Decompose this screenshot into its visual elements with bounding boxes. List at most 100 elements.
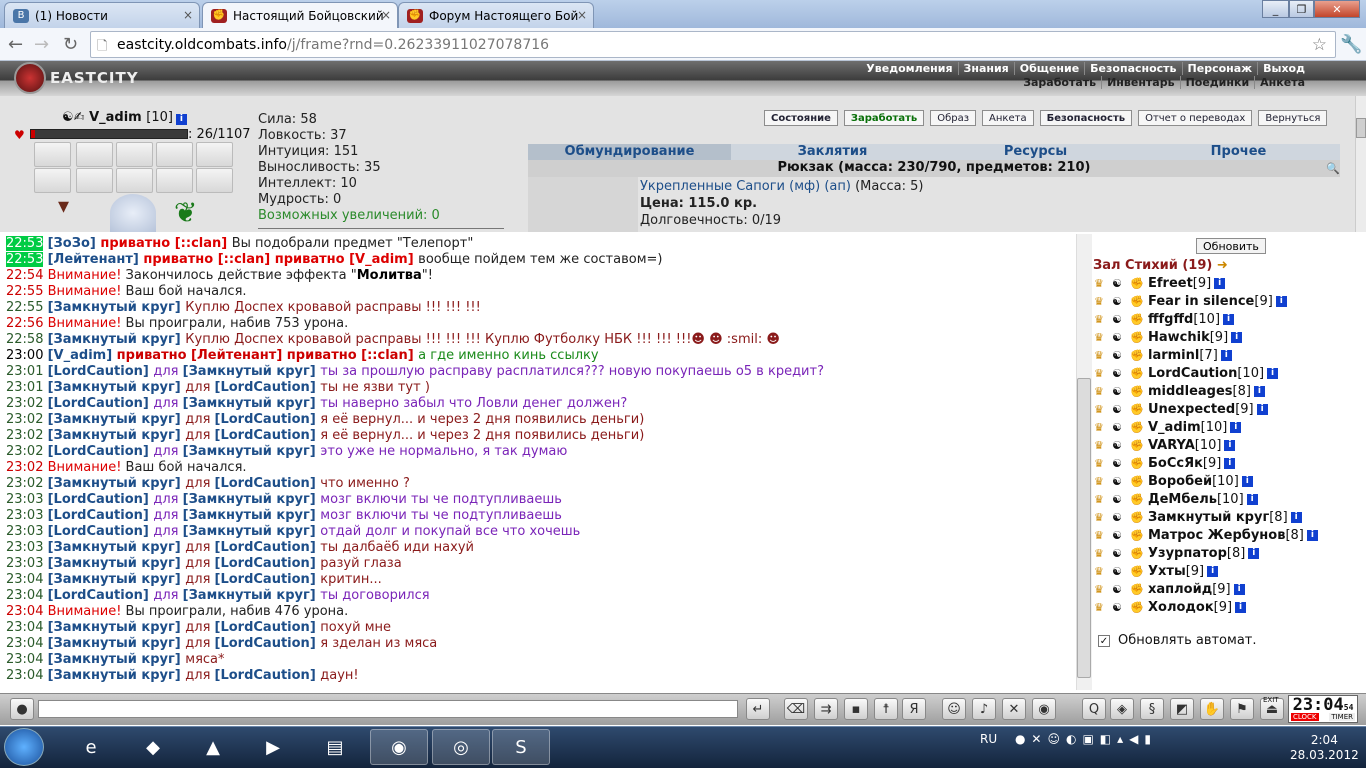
tray-icons[interactable]: ●✕☺◐▣◧▴◀▮: [1015, 732, 1157, 746]
ie-icon[interactable]: e: [62, 729, 120, 765]
hand-icon[interactable]: ✋: [1200, 698, 1224, 720]
player-name[interactable]: Воробей: [1148, 474, 1212, 489]
equipment-slot[interactable]: [34, 168, 71, 193]
player-entry[interactable]: ♛ ☯ ✊ хаплойд [9] i: [1094, 582, 1245, 597]
info-icon[interactable]: i: [1223, 314, 1235, 325]
equipment-slot[interactable]: [116, 142, 153, 167]
nick-link[interactable]: [LordCaution]: [48, 588, 154, 603]
info-icon[interactable]: i: [1256, 404, 1268, 415]
nick-link[interactable]: [Замкнутый круг]: [48, 620, 186, 635]
message-text[interactable]: приватно [::clan]: [100, 236, 231, 251]
nick-link[interactable]: [Замкнутый круг]: [48, 380, 186, 395]
nick-link[interactable]: [LordCaution]: [215, 572, 321, 587]
lock-icon[interactable]: ◩: [1170, 698, 1194, 720]
player-name[interactable]: Замкнутый круг: [1148, 510, 1269, 525]
nick-link[interactable]: [Замкнутый круг]: [183, 492, 321, 507]
menu-item[interactable]: Выход: [1257, 62, 1310, 75]
nick-link[interactable]: [LordCaution]: [215, 540, 321, 555]
character-button[interactable]: Заработать: [843, 110, 925, 126]
player-name[interactable]: middleages: [1148, 384, 1233, 399]
info-icon[interactable]: i: [1230, 422, 1242, 433]
nick-link[interactable]: [Замкнутый круг]: [48, 636, 186, 651]
message-time[interactable]: 23:01: [6, 364, 43, 379]
message-time[interactable]: 23:04: [6, 604, 43, 619]
nick-link[interactable]: [Замкнутый круг]: [48, 332, 186, 347]
player-entry[interactable]: ♛ ☯ ✊ V_adim [10] i: [1094, 420, 1242, 435]
wrench-icon[interactable]: 🔧: [1340, 34, 1362, 55]
timer-label[interactable]: TIMER: [1329, 713, 1355, 721]
nick-link[interactable]: [Замкнутый круг]: [48, 652, 186, 667]
player-name[interactable]: БоСсЯк: [1148, 456, 1203, 471]
message-time[interactable]: 23:03: [6, 540, 43, 555]
player-entry[interactable]: ♛ ☯ ✊ Матрос Жербунов [8] i: [1094, 528, 1318, 543]
info-icon[interactable]: i: [1248, 548, 1260, 559]
message-time[interactable]: 22:53: [6, 252, 44, 267]
nick-link[interactable]: [LordCaution]: [215, 412, 321, 427]
message-time[interactable]: 22:55: [6, 284, 43, 299]
game-logo[interactable]: EASTCITY: [14, 62, 144, 94]
info-icon[interactable]: i: [1267, 368, 1279, 379]
menu-item[interactable]: Безопасность: [1084, 62, 1181, 75]
nick-link[interactable]: [Замкнутый круг]: [48, 412, 186, 427]
player-name[interactable]: Узурпатор: [1148, 546, 1227, 561]
character-button[interactable]: Отчет о переводах: [1138, 110, 1253, 126]
nick-link[interactable]: [Замкнутый круг]: [48, 476, 186, 491]
app-icon[interactable]: ◆: [124, 729, 182, 765]
info-icon[interactable]: i: [1207, 566, 1219, 577]
smile-icon[interactable]: ☺: [942, 698, 966, 720]
character-button[interactable]: Состояние: [764, 110, 838, 126]
inventory-tab[interactable]: Заклятия: [731, 144, 934, 160]
system-clock[interactable]: 2:04 28.03.2012: [1290, 733, 1359, 763]
message-time[interactable]: 22:58: [6, 332, 43, 347]
message-time[interactable]: 23:02: [6, 460, 43, 475]
chrome-icon[interactable]: ◎: [432, 729, 490, 765]
info-icon[interactable]: i: [1220, 350, 1232, 361]
bag-icon[interactable]: ◈: [1110, 698, 1134, 720]
refresh-button[interactable]: Обновить: [1196, 238, 1266, 254]
nick-link[interactable]: [LordCaution]: [215, 556, 321, 571]
nick-link[interactable]: [LordCaution]: [215, 636, 321, 651]
nick-link[interactable]: [LordCaution]: [48, 444, 154, 459]
message-time[interactable]: 23:03: [6, 524, 43, 539]
message-time[interactable]: 23:04: [6, 636, 43, 651]
player-name[interactable]: larminl: [1148, 348, 1199, 363]
maximize-button[interactable]: ❐: [1289, 0, 1314, 18]
player-name[interactable]: Матрос Жербунов: [1148, 528, 1285, 543]
nick-link[interactable]: [Замкнутый круг]: [183, 444, 321, 459]
exit-label[interactable]: EXIT: [1263, 696, 1279, 704]
media-player-icon[interactable]: ▶: [244, 729, 302, 765]
player-name[interactable]: Unexpected: [1148, 402, 1235, 417]
flag-icon[interactable]: ⚑: [1230, 698, 1254, 720]
nick-link[interactable]: [Лейтенант]: [48, 252, 144, 267]
message-text[interactable]: приватно [Лейтенант] приватно [::clan]: [117, 348, 419, 363]
message-time[interactable]: 23:00: [6, 348, 43, 363]
character-button[interactable]: Образ: [930, 110, 977, 126]
nick-link[interactable]: [Замкнутый круг]: [183, 588, 321, 603]
player-name[interactable]: Fear in silence: [1148, 294, 1254, 309]
reload-icon[interactable]: ↻: [63, 34, 78, 55]
browser-tab[interactable]: ✊ Форум Настоящего Бойцо ×: [398, 2, 594, 28]
nick-link[interactable]: [Замкнутый круг]: [48, 428, 186, 443]
nick-link[interactable]: [Замкнутый круг]: [183, 524, 321, 539]
nick-link[interactable]: [LordCaution]: [48, 508, 154, 523]
equipment-slot[interactable]: [34, 142, 71, 167]
nick-link[interactable]: [V_adim]: [48, 348, 117, 363]
message-time[interactable]: 23:02: [6, 428, 43, 443]
message-time[interactable]: 22:53: [6, 236, 44, 251]
player-name[interactable]: fffgffd: [1148, 312, 1193, 327]
game-launcher-icon[interactable]: ▲: [184, 729, 242, 765]
explorer-icon[interactable]: ▤: [306, 729, 364, 765]
browser-tab[interactable]: B (1) Новости ×: [4, 2, 200, 28]
player-name[interactable]: хаплойд: [1148, 582, 1212, 597]
message-time[interactable]: 23:04: [6, 572, 43, 587]
eraser-icon[interactable]: ⌫: [784, 698, 808, 720]
inventory-tab[interactable]: Ресурсы: [934, 144, 1137, 160]
nick-link[interactable]: [ЗоЗо]: [48, 236, 101, 251]
scroll-icon[interactable]: §: [1140, 698, 1164, 720]
player-entry[interactable]: ♛ ☯ ✊ VARYA [10] i: [1094, 438, 1236, 453]
info-icon[interactable]: i: [1306, 530, 1318, 541]
nick-link[interactable]: [LordCaution]: [48, 396, 154, 411]
translit-icon[interactable]: Я: [902, 698, 926, 720]
nick-link[interactable]: [Замкнутый круг]: [183, 364, 321, 379]
message-time[interactable]: 22:54: [6, 268, 43, 283]
